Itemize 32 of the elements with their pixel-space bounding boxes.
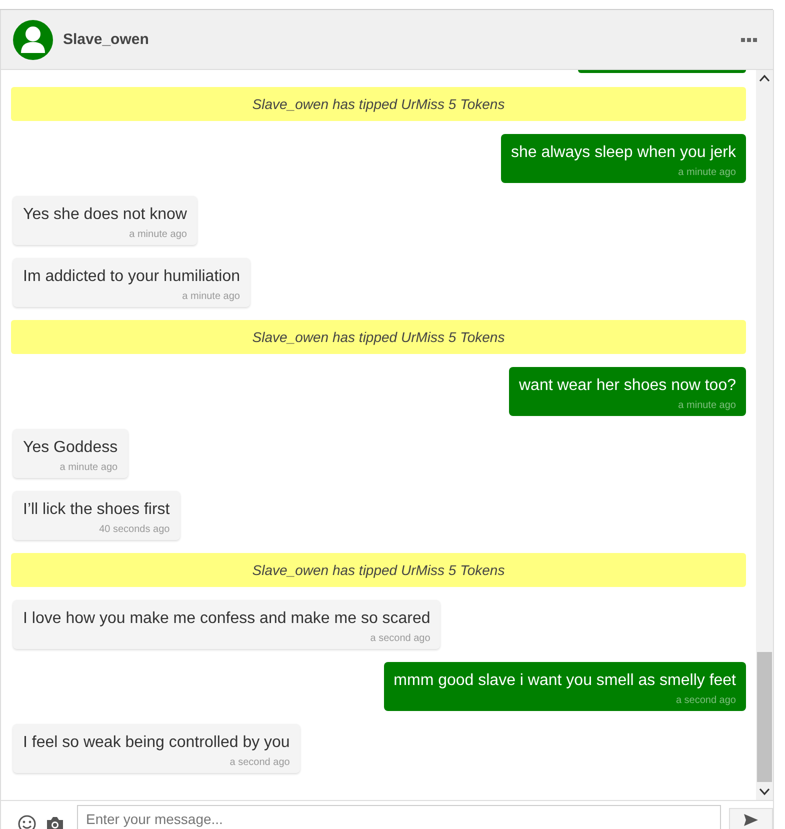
scroll-thumb[interactable] xyxy=(757,652,772,782)
avatar-icon xyxy=(13,20,53,60)
message-time: a minute ago xyxy=(678,167,736,178)
scroll-up-icon[interactable] xyxy=(759,73,770,84)
message-time: a second ago xyxy=(676,695,736,706)
contact-name: Slave_owen xyxy=(63,31,150,48)
message-text: I love how you make me confess and make me so scared xyxy=(23,609,430,629)
message-input[interactable]: Enter your message... xyxy=(77,805,721,829)
message-text: Yes she does not know xyxy=(23,205,187,225)
message-text: Im addicted to your humiliation xyxy=(23,267,240,287)
message-time: a minute ago xyxy=(678,400,736,411)
tip-notice: Slave_owen has tipped UrMiss 5 Tokens xyxy=(11,320,746,354)
message-text: Yes Goddess xyxy=(23,438,118,458)
message-time: a minute ago xyxy=(182,291,240,302)
message-text: mmm good slave i want you smell as smelly feet xyxy=(394,671,736,691)
camera-icon[interactable] xyxy=(45,814,65,829)
send-icon xyxy=(744,814,758,826)
message-text: I feel so weak being controlled by you xyxy=(23,733,290,753)
message-text: want wear her shoes now too? xyxy=(518,376,736,396)
message-time: 40 seconds ago xyxy=(99,524,170,535)
message-text: she always sleep when you jerk xyxy=(510,143,736,163)
tip-notice: Slave_owen has tipped UrMiss 5 Tokens xyxy=(11,87,746,121)
emoji-icon[interactable] xyxy=(17,814,37,829)
message-time: a second ago xyxy=(370,633,430,644)
tip-notice: Slave_owen has tipped UrMiss 5 Tokens xyxy=(11,553,746,587)
message-time: a second ago xyxy=(230,757,290,768)
message-time: a minute ago xyxy=(129,229,187,240)
more-icon[interactable] xyxy=(741,36,757,42)
message-text: I’ll lick the shoes first xyxy=(23,500,170,520)
send-button[interactable] xyxy=(729,808,773,829)
message-time: a minute ago xyxy=(60,462,118,473)
scroll-down-icon[interactable] xyxy=(759,786,770,797)
